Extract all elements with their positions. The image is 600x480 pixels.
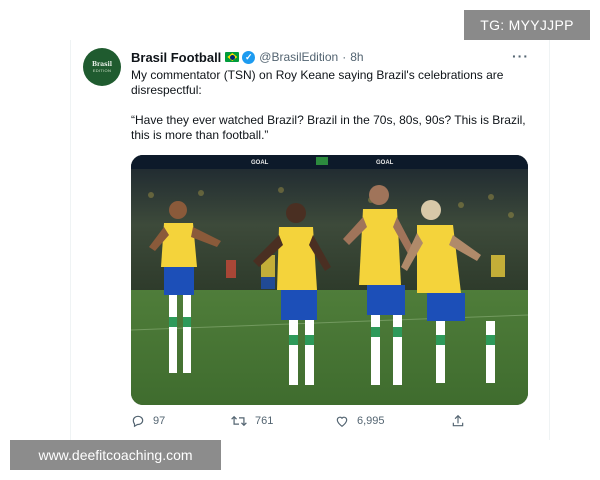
watermark-tg: TG: MYYJJPP [464,10,590,40]
tweet-header: Brasil Football ✓ @BrasilEdition · 8h [131,48,364,66]
retweet-icon [231,415,247,427]
brazil-flag-icon [225,52,240,62]
share-button[interactable] [451,414,473,428]
retweet-button[interactable]: 761 [231,414,273,428]
separator: · [342,50,347,64]
tweet-text-paragraph: My commentator (TSN) on Roy Keane saying… [131,68,504,97]
retweet-count: 761 [255,415,274,427]
verified-badge-icon: ✓ [242,50,256,64]
like-button[interactable]: 6,995 [335,414,385,428]
tweet-text-quote: “Have they ever watched Brazil? Brazil i… [131,113,526,142]
tweet-text: My commentator (TSN) on Roy Keane saying… [131,68,531,158]
tweet-actions: 97 761 6,995 [131,414,471,432]
display-name[interactable]: Brasil Football [131,50,221,65]
like-count: 6,995 [357,415,385,427]
stadium-banner-text: GOAL [251,160,269,166]
more-options-icon[interactable]: ··· [512,48,529,64]
reply-count: 97 [153,415,166,427]
heart-icon [336,416,348,427]
tweet-photo[interactable]: GOAL GOAL [131,155,528,405]
reply-button[interactable]: 97 [131,414,165,428]
watermark-site: www.deefitcoaching.com [10,440,221,470]
stadium-banner-text: GOAL [376,160,394,166]
reply-icon [132,415,144,428]
share-icon [452,414,464,427]
timestamp[interactable]: 8h [350,50,363,64]
avatar-subtext: EDITION [92,67,112,73]
players-dancing-image: GOAL GOAL [131,155,528,405]
handle[interactable]: @BrasilEdition [259,50,338,64]
avatar[interactable]: Brasil EDITION [83,48,121,86]
